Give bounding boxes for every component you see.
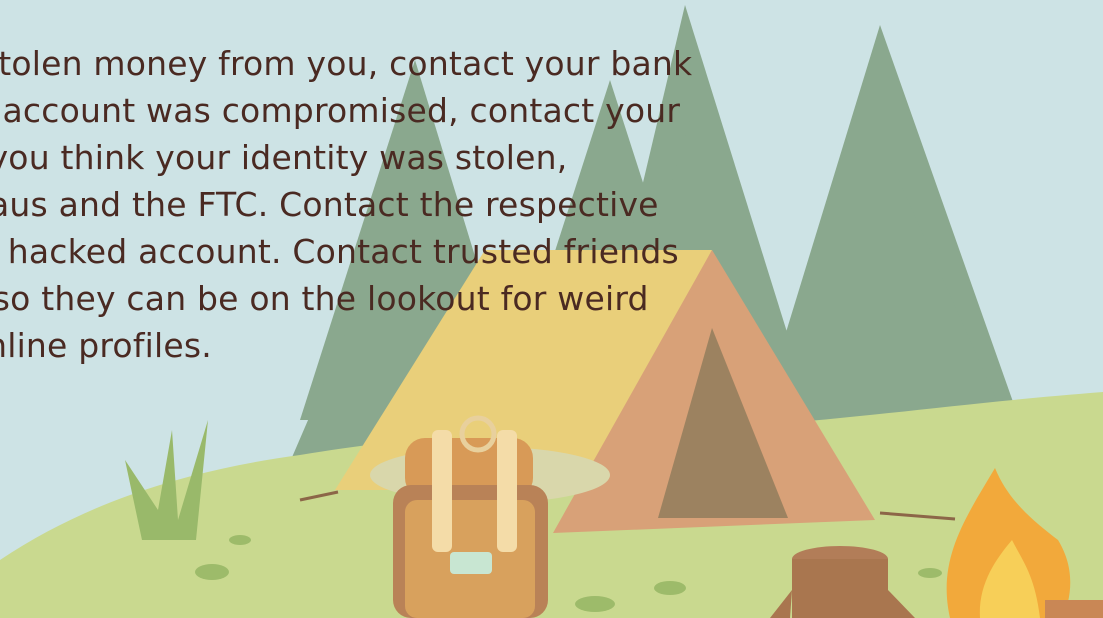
slide: e has stolen money from you, contact you… [0,0,1103,618]
body-text: e has stolen money from you, contact you… [0,40,1030,369]
body-line: ing the hacked account. Contact trusted … [0,232,679,271]
body-line: ent. If you think your identity was stol… [0,138,568,177]
body-line: it bureaus and the FTC. Contact the resp… [0,185,659,224]
body-line: a work account was compromised, contact … [0,91,681,130]
body-line: natter so they can be on the lookout for… [0,279,649,318]
body-line: e has stolen money from you, contact you… [0,44,693,83]
body-line: your online profiles. [0,326,212,365]
